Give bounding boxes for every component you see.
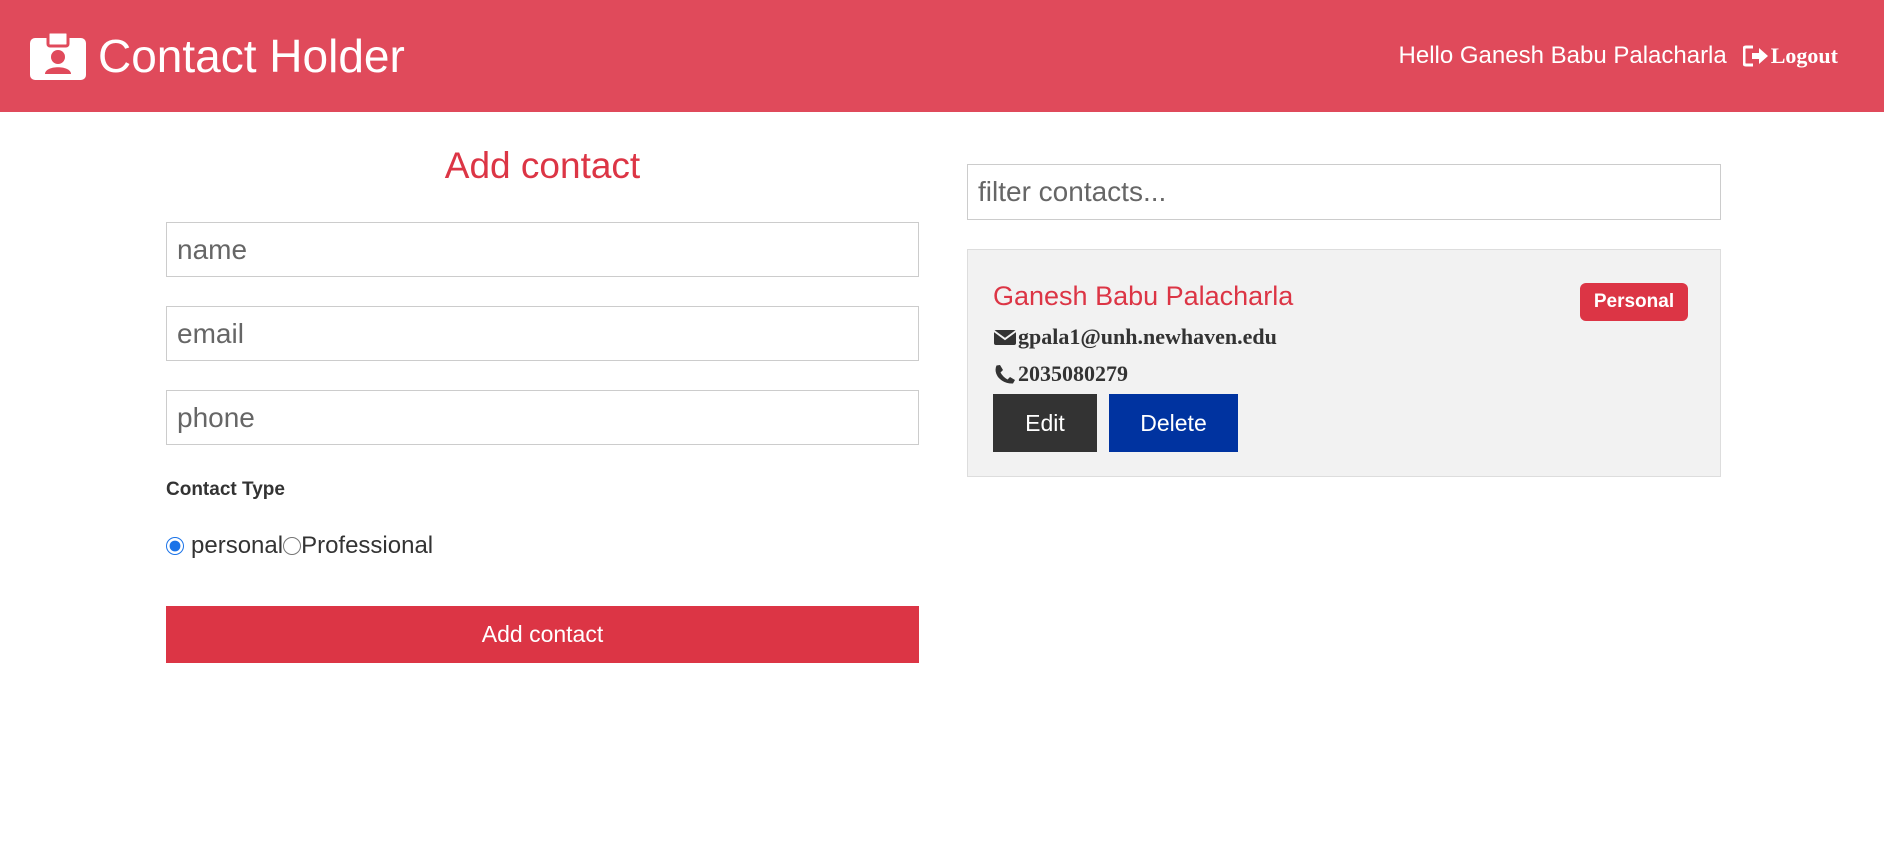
personal-radio-label: personal [191, 532, 284, 559]
form-title: Add contact [444, 145, 641, 186]
id-badge-icon [30, 32, 86, 80]
navbar: Contact Holder Hello Ganesh Babu Palacha… [0, 0, 1884, 112]
phone-icon [995, 365, 1015, 384]
contact-phone-row: 2035080279 [993, 359, 1128, 389]
contact-type-badge: Personal [1580, 283, 1688, 321]
logout-link[interactable]: Logout [1742, 43, 1838, 69]
contact-email-row: gpala1@unh.newhaven.edu [993, 322, 1277, 352]
phone-input[interactable] [166, 390, 919, 445]
sign-out-icon [1742, 45, 1768, 67]
contact-type-radios: personal Professional [166, 531, 919, 561]
contact-type-label: Contact Type [166, 479, 285, 500]
app-title: Contact Holder [98, 30, 405, 82]
professional-radio[interactable] [283, 537, 302, 555]
user-menu: Hello Ganesh Babu Palacharla Logout [1399, 38, 1838, 74]
edit-button[interactable]: Edit [993, 394, 1097, 452]
contact-card: Ganesh Babu Palacharla Personal gpala1@u… [967, 249, 1721, 477]
user-greeting: Hello Ganesh Babu Palacharla [1398, 42, 1727, 69]
filter-input[interactable] [967, 164, 1721, 220]
contact-phone: 2035080279 [1018, 361, 1128, 386]
logout-label: Logout [1770, 43, 1838, 68]
envelope-icon [993, 330, 1017, 345]
personal-radio[interactable] [166, 537, 184, 555]
add-contact-form: Add contact Contact Type personal Profes… [166, 140, 919, 663]
email-input[interactable] [166, 306, 919, 361]
contact-email: gpala1@unh.newhaven.edu [1018, 324, 1277, 349]
name-input[interactable] [166, 222, 919, 277]
contact-name: Ganesh Babu Palacharla [993, 281, 1294, 311]
professional-radio-label: Professional [301, 532, 434, 559]
brand[interactable]: Contact Holder [30, 28, 405, 84]
delete-button[interactable]: Delete [1109, 394, 1238, 452]
add-contact-button[interactable]: Add contact [166, 606, 919, 663]
